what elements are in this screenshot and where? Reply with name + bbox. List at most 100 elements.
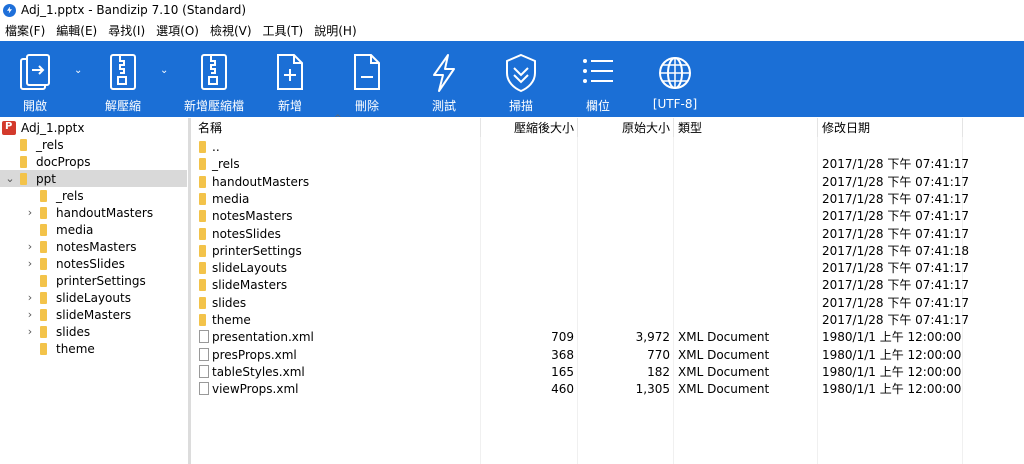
file-name: notesMasters <box>212 208 293 223</box>
file-name: tableStyles.xml <box>212 364 305 379</box>
chevron-right-icon[interactable]: › <box>20 240 40 253</box>
folder-icon <box>20 155 27 168</box>
folder-icon <box>40 189 47 202</box>
encoding-button[interactable]: [UTF-8] <box>645 41 705 117</box>
folder-tree: Adj_1.pptx _rels docProps ⌄ ppt _rels › … <box>0 118 188 464</box>
folder-icon <box>40 274 47 287</box>
tree-item-slidemasters[interactable]: › slideMasters <box>0 306 186 323</box>
tree-item-media[interactable]: media <box>0 221 186 238</box>
tree-item-ppt[interactable]: ⌄ ppt <box>0 170 187 187</box>
tree-item-label: _rels <box>56 188 84 203</box>
chevron-right-icon[interactable]: › <box>20 291 40 304</box>
folder-icon <box>199 313 206 326</box>
column-packed-label: 壓縮後大小 <box>513 121 574 135</box>
folder-icon <box>199 278 206 291</box>
tree-item-theme[interactable]: theme <box>0 340 186 357</box>
test-button[interactable]: 測試 <box>414 41 474 117</box>
table-row[interactable]: media 2017/1/28 下午 07:41:17 <box>191 190 969 207</box>
table-row[interactable]: viewProps.xml 460 1,305 XML Document 1980/1/… <box>191 380 963 397</box>
file-name: media <box>212 191 250 206</box>
extract-button[interactable]: 解壓縮 <box>94 41 152 117</box>
menu-help[interactable]: 說明(H) <box>309 22 362 39</box>
open-dropdown-chevron-icon[interactable]: ⌄ <box>74 65 82 76</box>
file-modified: 1980/1/1 上午 12:00:00 <box>822 348 962 362</box>
table-row[interactable]: slides 2017/1/28 下午 07:41:17 <box>191 294 969 311</box>
column-header-name[interactable]: 名稱 ^ <box>191 114 481 137</box>
table-row[interactable]: theme 2017/1/28 下午 07:41:17 <box>191 311 969 328</box>
table-row[interactable]: _rels 2017/1/28 下午 07:41:17 <box>191 155 969 172</box>
column-modified-label: 修改日期 <box>822 121 871 135</box>
table-row[interactable]: slideLayouts 2017/1/28 下午 07:41:17 <box>191 259 970 276</box>
open-button[interactable]: 開啟 <box>6 41 64 117</box>
menu-file[interactable]: 檔案(F) <box>0 22 51 39</box>
file-icon <box>199 365 209 378</box>
delete-file-icon <box>354 54 380 90</box>
column-header-packed[interactable]: 壓縮後大小 <box>481 118 578 137</box>
new-archive-button[interactable]: 新增壓縮檔 <box>180 41 248 117</box>
chevron-right-icon[interactable]: › <box>20 206 40 219</box>
tree-item-handoutmasters[interactable]: › handoutMasters <box>0 204 186 221</box>
table-row[interactable]: tableStyles.xml 165 182 XML Document 1980/1/… <box>191 363 963 380</box>
chevron-right-icon[interactable]: › <box>20 308 40 321</box>
tree-item-ppt-rels[interactable]: _rels <box>0 187 186 204</box>
scan-shield-icon <box>506 53 536 93</box>
file-name: slideLayouts <box>212 260 287 275</box>
menu-view[interactable]: 檢視(V) <box>205 22 258 39</box>
tree-root[interactable]: Adj_1.pptx <box>2 119 188 136</box>
file-original-size: 3,972 <box>635 329 670 344</box>
table-row[interactable]: .. <box>191 138 963 155</box>
window-title: Adj_1.pptx - Bandizip 7.10 (Standard) <box>21 3 247 17</box>
add-button[interactable]: 新增 <box>260 41 320 117</box>
chevron-down-icon[interactable]: ⌄ <box>0 172 20 185</box>
column-header-size[interactable]: 原始大小 <box>578 118 674 137</box>
delete-button[interactable]: 刪除 <box>337 41 397 117</box>
file-name: viewProps.xml <box>212 381 299 396</box>
table-row[interactable]: handoutMasters 2017/1/28 下午 07:41:17 <box>191 173 969 190</box>
file-modified: 2017/1/28 下午 07:41:17 <box>822 261 970 275</box>
tree-root-label: Adj_1.pptx <box>21 120 85 135</box>
tree-item-label: printerSettings <box>56 273 146 288</box>
folder-icon <box>199 140 206 153</box>
menu-find[interactable]: 尋找(I) <box>103 22 151 39</box>
column-header-type[interactable]: 類型 <box>674 118 818 137</box>
chevron-right-icon[interactable]: › <box>20 325 40 338</box>
column-type-label: 類型 <box>678 121 703 135</box>
menu-tools[interactable]: 工具(T) <box>258 22 310 39</box>
scan-button[interactable]: 掃描 <box>491 41 551 117</box>
menu-edit[interactable]: 編輯(E) <box>51 22 103 39</box>
add-file-icon <box>277 54 303 90</box>
scan-label: 掃描 <box>508 99 533 113</box>
table-row[interactable]: notesMasters 2017/1/28 下午 07:41:17 <box>191 207 969 224</box>
tree-item-notesslides[interactable]: › notesSlides <box>0 255 186 272</box>
file-name: slideMasters <box>212 277 288 292</box>
table-row[interactable]: presentation.xml 709 3,972 XML Document 1980… <box>191 328 963 345</box>
table-row[interactable]: notesSlides 2017/1/28 下午 07:41:17 <box>191 225 969 242</box>
file-name: theme <box>212 312 251 327</box>
table-row[interactable]: presProps.xml 368 770 XML Document 1980/1/1 … <box>191 346 963 363</box>
folder-icon <box>40 257 47 270</box>
file-icon <box>199 348 209 361</box>
file-icon <box>199 330 209 343</box>
tree-item-label: notesMasters <box>56 239 137 254</box>
tree-item-printersettings[interactable]: printerSettings <box>0 272 186 289</box>
tree-item-label: handoutMasters <box>56 205 154 220</box>
tree-item-notesmasters[interactable]: › notesMasters <box>0 238 186 255</box>
table-row[interactable]: printerSettings 2017/1/28 下午 07:41:18 <box>191 242 969 259</box>
file-original-size: 182 <box>647 364 670 379</box>
columns-button[interactable]: 欄位 <box>568 41 628 117</box>
table-row[interactable]: slideMasters 2017/1/28 下午 07:41:17 <box>191 276 969 293</box>
chevron-right-icon[interactable]: › <box>20 257 40 270</box>
file-packed-size: 709 <box>551 329 574 344</box>
tree-item-slidelayouts[interactable]: › slideLayouts <box>0 289 186 306</box>
toolbar: 開啟 ⌄ 解壓縮 ⌄ 新增壓縮檔 新增 刪除 測試 掃描 欄位 [UTF-8] <box>0 41 1024 117</box>
menu-options[interactable]: 選項(O) <box>151 22 205 39</box>
file-name: presProps.xml <box>212 347 297 362</box>
columns-label: 欄位 <box>585 99 610 113</box>
extract-dropdown-chevron-icon[interactable]: ⌄ <box>160 65 168 76</box>
tree-item-docprops[interactable]: docProps <box>0 153 186 170</box>
column-header-modified[interactable]: 修改日期 <box>818 118 963 137</box>
tree-item-slides[interactable]: › slides <box>0 323 186 340</box>
tree-item-label: theme <box>56 341 95 356</box>
tree-item-rels[interactable]: _rels <box>0 136 186 153</box>
tree-item-label: slides <box>56 324 91 339</box>
